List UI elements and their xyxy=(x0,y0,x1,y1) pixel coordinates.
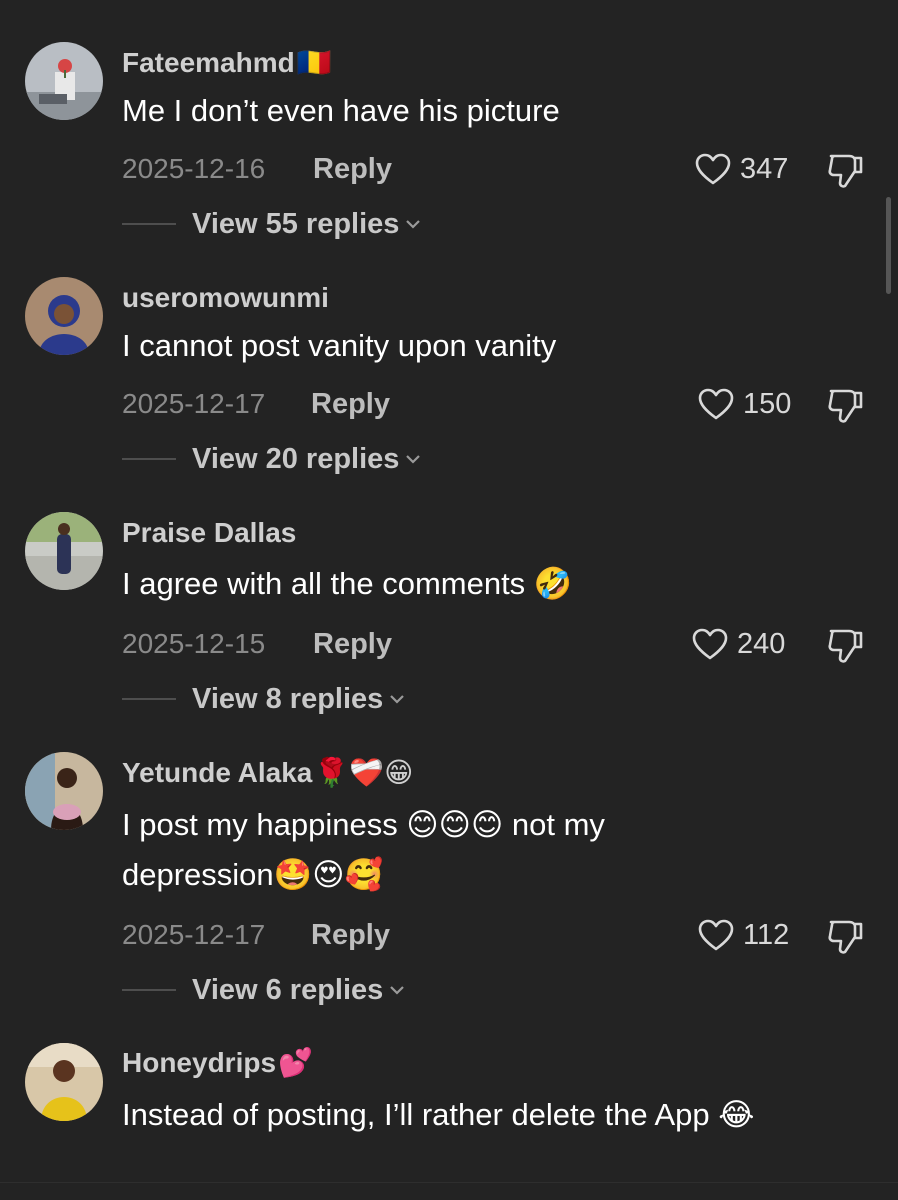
divider-line xyxy=(122,458,176,460)
comments-screen: Fateemahmd🇷🇴 Me I don’t even have his pi… xyxy=(0,0,898,1200)
heart-icon xyxy=(698,388,734,420)
chevron-down-icon xyxy=(390,695,405,704)
username-emoji: 💕 xyxy=(278,1047,313,1078)
dislike-icon[interactable] xyxy=(825,387,865,425)
heart-icon xyxy=(695,153,731,185)
username[interactable]: Honeydrips💕 xyxy=(122,1046,313,1080)
divider xyxy=(0,1182,898,1183)
like-count: 112 xyxy=(743,919,790,951)
comment-date: 2025-12-17 xyxy=(122,388,266,419)
like-count: 240 xyxy=(737,628,786,660)
dislike-icon[interactable] xyxy=(825,918,865,956)
divider-line xyxy=(122,223,176,225)
heart-icon xyxy=(698,919,734,951)
username[interactable]: useromowunmi xyxy=(122,281,329,315)
username-text: Fateemahmd xyxy=(122,47,295,78)
avatar[interactable] xyxy=(25,42,103,120)
comment-text: Me I don’t even have his picture xyxy=(122,93,560,128)
chevron-down-icon xyxy=(390,986,405,995)
view-replies-label: View 20 replies xyxy=(192,443,400,475)
heart-icon xyxy=(692,628,728,660)
avatar[interactable] xyxy=(25,277,103,355)
view-replies-button[interactable]: View 20 replies xyxy=(122,442,423,476)
username-text: Yetunde Alaka xyxy=(122,757,313,788)
username-text: Honeydrips xyxy=(122,1047,277,1078)
dislike-icon[interactable] xyxy=(825,627,865,665)
reply-button[interactable]: Reply xyxy=(313,627,392,661)
comment-text: Instead of posting, I’ll rather delete t… xyxy=(122,1097,755,1132)
chevron-down-icon xyxy=(406,220,421,229)
comment-date: 2025-12-16 xyxy=(122,153,266,184)
view-replies-button[interactable]: View 55 replies xyxy=(122,207,423,241)
comment-date: 2025-12-17 xyxy=(122,919,266,950)
like-button[interactable]: 347 xyxy=(694,152,788,186)
avatar[interactable] xyxy=(25,1043,103,1121)
username[interactable]: Yetunde Alaka🌹❤️‍🩹😁 xyxy=(122,756,413,790)
like-button[interactable]: 240 xyxy=(691,627,785,661)
like-count: 347 xyxy=(740,153,789,185)
username-emoji: 🌹❤️‍🩹😁 xyxy=(314,757,414,788)
list-cutoff xyxy=(0,1168,898,1200)
username[interactable]: Fateemahmd🇷🇴 xyxy=(122,46,332,80)
flag-emoji: 🇷🇴 xyxy=(296,47,332,78)
comment-text: I cannot post vanity upon vanity xyxy=(122,328,557,363)
view-replies-label: View 55 replies xyxy=(192,208,400,240)
like-button[interactable]: 150 xyxy=(697,387,791,421)
view-replies-button[interactable]: View 6 replies xyxy=(122,973,407,1007)
comment-text: I post my happiness 😊😊😊 not my depressio… xyxy=(122,807,605,892)
view-replies-label: View 8 replies xyxy=(192,683,384,715)
view-replies-label: View 6 replies xyxy=(192,974,384,1006)
reply-button[interactable]: Reply xyxy=(311,918,390,952)
reply-button[interactable]: Reply xyxy=(311,387,390,421)
comment-date: 2025-12-15 xyxy=(122,628,266,659)
dislike-icon[interactable] xyxy=(825,152,865,190)
like-count: 150 xyxy=(743,388,792,420)
chevron-down-icon xyxy=(406,455,421,464)
reply-button[interactable]: Reply xyxy=(313,152,392,186)
username[interactable]: Praise Dallas xyxy=(122,516,296,550)
scrollbar[interactable] xyxy=(886,197,891,294)
divider-line xyxy=(122,698,176,700)
comment-text: I agree with all the comments 🤣 xyxy=(122,566,573,601)
view-replies-button[interactable]: View 8 replies xyxy=(122,682,407,716)
like-button[interactable]: 112 xyxy=(697,918,789,952)
avatar[interactable] xyxy=(25,512,103,590)
divider-line xyxy=(122,989,176,991)
username-text: Praise Dallas xyxy=(122,517,297,548)
username-text: useromowunmi xyxy=(122,282,329,313)
avatar[interactable] xyxy=(25,752,103,830)
